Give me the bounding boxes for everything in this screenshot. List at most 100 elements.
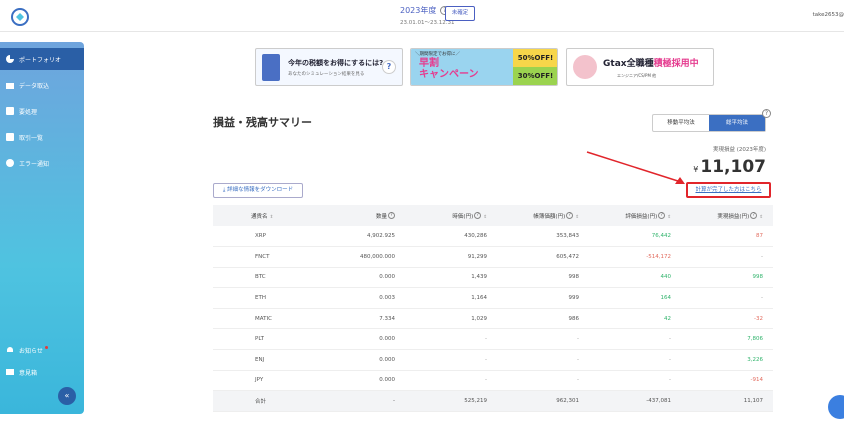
notification-dot: [44, 345, 48, 349]
cell-currency: MATIC: [255, 315, 272, 322]
help-icon[interactable]: ?: [388, 211, 395, 219]
column-header-label: 通貨名: [251, 213, 268, 220]
help-icon[interactable]: ?: [750, 211, 758, 219]
cell-book-value: 999: [568, 295, 580, 302]
sidebar-item-label: 意見箱: [19, 369, 38, 377]
tab-moving-average[interactable]: 移動平均法: [653, 115, 709, 131]
chat-support-icon[interactable]: [828, 395, 844, 419]
book-icon: [6, 369, 14, 375]
cell-unrealized-pl: -: [669, 377, 671, 384]
cell-market-value: 91,299: [467, 253, 487, 260]
column-header-realized-pl[interactable]: 実現損益(円)? ⇕: [681, 205, 773, 226]
cell-quantity: 0.000: [379, 274, 395, 281]
banner-title-mid: 全職種: [626, 59, 654, 69]
table-header-row: 通貨名 ⇕ 数量? 時価(円)? ⇕ 帳簿価額(円)? ⇕ 評価損益(円)? ⇕ 実現損…: [213, 205, 773, 226]
cell-unrealized-pl: -514,172: [646, 253, 671, 260]
column-header-label: 数量: [375, 213, 387, 220]
page-title: 損益・残高サマリー: [213, 116, 312, 129]
cell-quantity: 4,902.925: [367, 233, 395, 240]
column-header-label: 帳簿価額(円): [533, 213, 566, 220]
discount-50-label: 50%OFF!: [513, 49, 557, 67]
collapse-sidebar-button[interactable]: «: [58, 387, 76, 405]
calculation-complete-link[interactable]: 計算が完了した方はこちら: [686, 182, 771, 198]
sort-icon: ⇕: [483, 214, 487, 220]
cell-market-value: 1,029: [471, 315, 487, 322]
table-row: PLT 0.000 - - - 7,806: [213, 329, 773, 350]
help-icon[interactable]: ?: [658, 211, 666, 219]
table-total-row: 合計 - 525,219 962,301 -437,081 11,107: [213, 390, 773, 412]
column-header-label: 評価損益(円): [625, 213, 658, 220]
column-header-market-value[interactable]: 時価(円)? ⇕: [405, 205, 497, 226]
recruit-logo-icon: [573, 55, 597, 79]
cell-quantity: 0.000: [379, 377, 395, 384]
cell-total-market-value: 525,219: [464, 398, 487, 405]
help-icon[interactable]: ?: [762, 109, 771, 118]
top-bar: 2023年度? 23.01.01〜23.12.31 未確定 take2653@: [0, 0, 844, 32]
cell-currency: ENJ: [255, 356, 265, 363]
cell-realized-pl: -914: [750, 377, 763, 384]
cell-total-book-value: 962,301: [556, 398, 579, 405]
cell-currency: ETH: [255, 295, 266, 302]
column-header-quantity: 数量?: [323, 205, 405, 226]
banner-subtitle: エンジニア/CS/PM 他: [617, 73, 657, 78]
table-row: MATIC 7.334 1,029 986 42 -32: [213, 308, 773, 329]
cell-unrealized-pl: 42: [664, 315, 671, 322]
cell-market-value: 430,286: [464, 233, 487, 240]
column-header-label: 実現損益(円): [717, 213, 750, 220]
recruiting-banner[interactable]: Gtax全職種積極採用中 エンジニア/CS/PM 他: [566, 48, 714, 86]
user-account[interactable]: take2653@: [813, 12, 844, 18]
table-row: ETH 0.003 1,164 999 164 -: [213, 288, 773, 309]
sort-icon: ⇕: [759, 214, 763, 220]
banner-title: Gtax全職種積極採用中: [603, 56, 699, 69]
column-header-book-value[interactable]: 帳簿価額(円)? ⇕: [497, 205, 589, 226]
upload-icon: [6, 83, 14, 89]
cell-book-value: -: [577, 336, 579, 343]
tax-simulation-banner[interactable]: 今年の税額をお得にするには? あなたのシミュレーション結果を見る ?: [255, 48, 403, 86]
error-icon: [6, 159, 14, 167]
help-icon[interactable]: ?: [566, 211, 574, 219]
app-logo-icon[interactable]: [10, 7, 30, 27]
cell-realized-pl: 3,226: [747, 356, 763, 363]
banner-headline: 早割 キャンペーン: [419, 58, 479, 80]
sidebar: ポートフォリオ データ取込 要処理 取引一覧 エラー通知 お知らせ 意見箱 «: [0, 42, 84, 414]
sidebar-item-label: 要処理: [19, 108, 38, 116]
cost-method-toggle: 移動平均法 総平均法: [652, 114, 766, 132]
cell-total-quantity: -: [393, 398, 395, 405]
unconfirmed-button[interactable]: 未確定: [445, 6, 475, 21]
bell-icon: [7, 347, 13, 352]
cell-book-value: 998: [568, 274, 580, 281]
cell-market-value: 1,164: [471, 295, 487, 302]
sidebar-item-feedback[interactable]: 意見箱: [0, 361, 84, 383]
cell-book-value: 353,843: [556, 233, 579, 240]
banner-title: 今年の税額をお得にするには?: [288, 59, 384, 67]
cell-market-value: -: [485, 356, 487, 363]
download-details-button[interactable]: ⤓ 詳細な情報をダウンロード: [213, 183, 303, 198]
sidebar-item-label: 取引一覧: [19, 134, 44, 142]
banner-left-panel: ＼期間限定でお得に／ 早割 キャンペーン: [411, 49, 513, 85]
sidebar-item-transactions[interactable]: 取引一覧: [0, 126, 84, 148]
cell-unrealized-pl: 76,442: [651, 233, 671, 240]
sidebar-item-portfolio[interactable]: ポートフォリオ: [0, 48, 84, 70]
sidebar-item-pending[interactable]: 要処理: [0, 100, 84, 122]
help-icon[interactable]: ?: [474, 211, 482, 219]
list-icon: [6, 133, 14, 141]
table-row: FNCT 480,000.000 91,299 605,472 -514,172…: [213, 247, 773, 268]
sidebar-item-news[interactable]: お知らせ: [0, 339, 84, 361]
realized-pl-label: 実現損益 (2023年度): [712, 147, 766, 153]
cell-market-value: 1,439: [471, 274, 487, 281]
realized-pl-amount: 11,107: [700, 157, 766, 177]
cell-unrealized-pl: -: [669, 356, 671, 363]
column-header-unrealized-pl[interactable]: 評価損益(円)? ⇕: [589, 205, 681, 226]
cell-total-unrealized-pl: -437,081: [646, 398, 671, 405]
sidebar-item-data-import[interactable]: データ取込: [0, 74, 84, 96]
sidebar-item-error-notice[interactable]: エラー通知: [0, 152, 84, 174]
cell-currency: FNCT: [255, 253, 270, 260]
cell-market-value: -: [485, 336, 487, 343]
cell-total-label: 合計: [255, 399, 267, 406]
cell-book-value: 605,472: [556, 253, 579, 260]
early-discount-banner[interactable]: ＼期間限定でお得に／ 早割 キャンペーン 50%OFF! 30%OFF!: [410, 48, 558, 86]
fiscal-year-title: 2023年度: [400, 6, 437, 15]
column-header-currency[interactable]: 通貨名 ⇕: [213, 205, 323, 226]
tab-total-average[interactable]: 総平均法: [709, 115, 765, 131]
cell-total-realized-pl: 11,107: [743, 398, 763, 405]
